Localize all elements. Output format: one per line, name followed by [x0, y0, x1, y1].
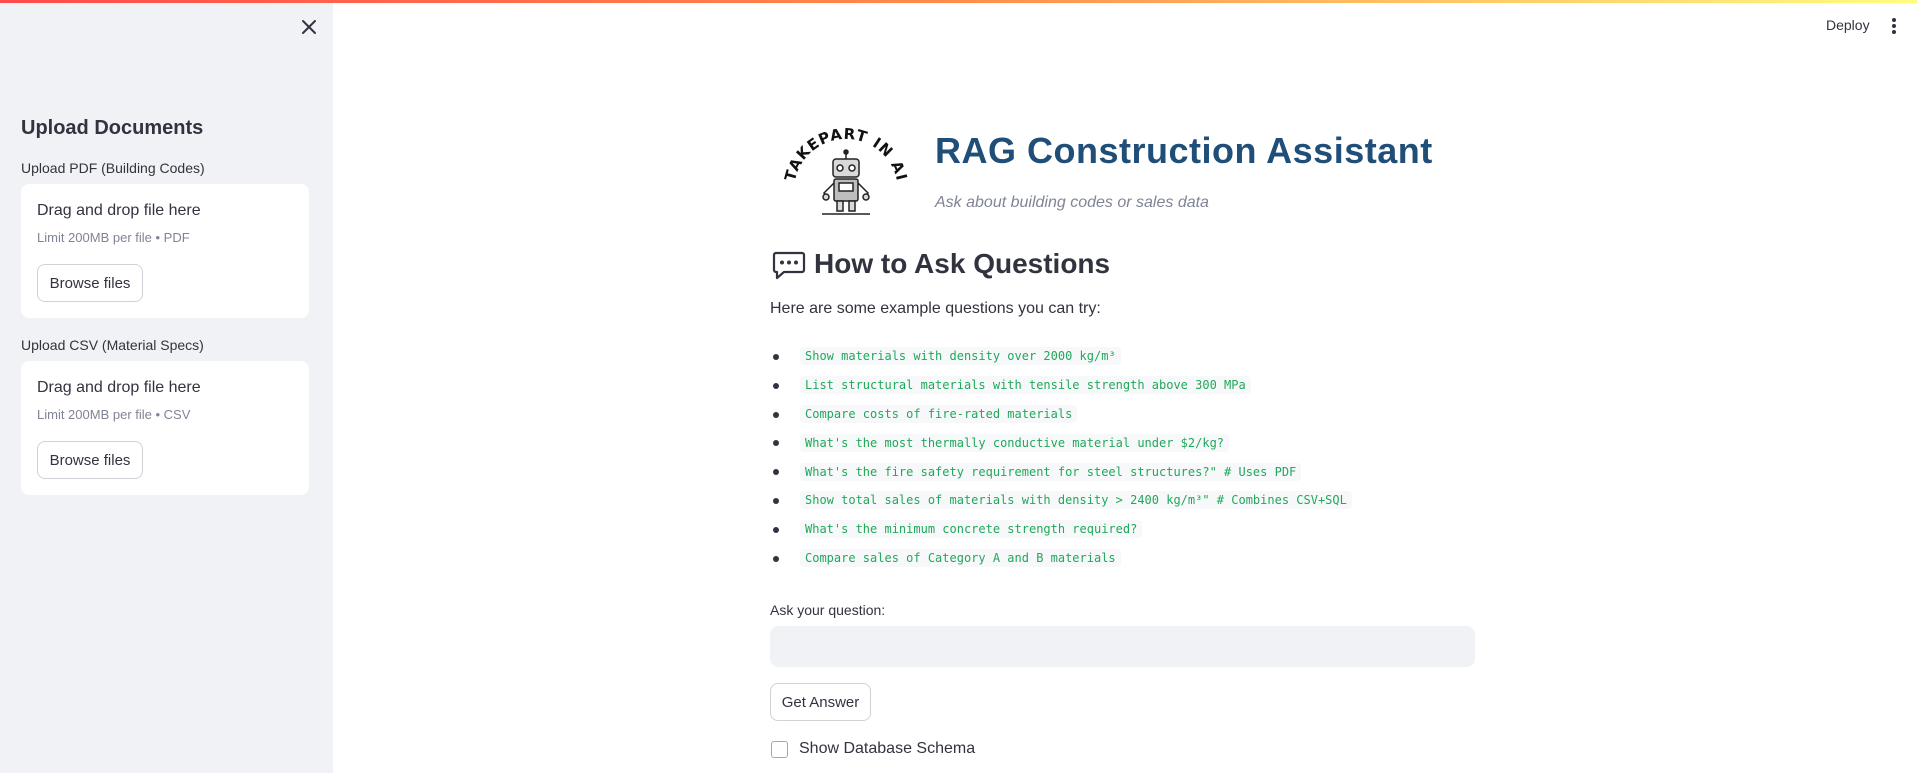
top-decoration-bar: [0, 0, 1917, 3]
app-subtitle: Ask about building codes or sales data: [935, 194, 1209, 211]
csv-uploader-label: Upload CSV (Material Specs): [21, 337, 204, 353]
pdf-browse-files-button[interactable]: Browse files: [37, 264, 143, 302]
pdf-dropzone[interactable]: Drag and drop file here Limit 200MB per …: [21, 184, 309, 318]
show-schema-toggle[interactable]: Show Database Schema: [771, 740, 975, 758]
question-label: Ask your question:: [770, 602, 886, 618]
show-schema-checkbox[interactable]: [771, 740, 788, 758]
sidebar-heading: Upload Documents: [21, 117, 204, 139]
question-input[interactable]: [770, 626, 1475, 667]
menu-dot: [1892, 18, 1896, 22]
list-item: What's the minimum concrete strength req…: [770, 515, 1352, 544]
get-answer-button[interactable]: Get Answer: [770, 683, 871, 721]
main-menu-button[interactable]: [1888, 16, 1900, 36]
example-question: Show total sales of materials with densi…: [800, 491, 1352, 510]
csv-browse-files-button[interactable]: Browse files: [37, 441, 143, 479]
list-item: What's the fire safety requirement for s…: [770, 457, 1352, 486]
sidebar: Upload Documents Upload PDF (Building Co…: [0, 0, 333, 773]
examples-intro: Here are some example questions you can …: [770, 300, 1101, 317]
example-question: Show materials with density over 2000 kg…: [800, 347, 1121, 366]
pdf-dropzone-text: Drag and drop file here: [37, 202, 201, 219]
menu-dot: [1892, 30, 1896, 34]
close-icon: [302, 20, 316, 34]
how-to-heading: How to Ask Questions: [814, 248, 1111, 279]
csv-dropzone-text: Drag and drop file here: [37, 379, 201, 396]
example-question: What's the minimum concrete strength req…: [800, 520, 1143, 539]
deploy-button[interactable]: Deploy: [1826, 17, 1870, 33]
example-question: Compare sales of Category A and B materi…: [800, 548, 1121, 567]
app-title: RAG Construction Assistant: [935, 130, 1433, 171]
list-item: What's the most thermally conductive mat…: [770, 428, 1352, 457]
list-item: Compare sales of Category A and B materi…: [770, 544, 1352, 573]
example-questions-list: Show materials with density over 2000 kg…: [770, 342, 1352, 572]
example-question: List structural materials with tensile s…: [800, 376, 1251, 395]
close-sidebar-button[interactable]: [298, 16, 320, 38]
list-item: Compare costs of fire-rated materials: [770, 400, 1352, 429]
example-question: Compare costs of fire-rated materials: [800, 404, 1078, 423]
pdf-uploader-label: Upload PDF (Building Codes): [21, 160, 205, 176]
list-item: List structural materials with tensile s…: [770, 371, 1352, 400]
speech-bubble-icon: [772, 251, 806, 280]
takepart-logo: TAKEPART IN AI: [781, 125, 910, 215]
show-schema-label: Show Database Schema: [799, 740, 976, 757]
csv-dropzone-limit: Limit 200MB per file • CSV: [37, 407, 191, 422]
list-item: Show total sales of materials with densi…: [770, 486, 1352, 515]
menu-dot: [1892, 24, 1896, 28]
example-question: What's the fire safety requirement for s…: [800, 462, 1302, 481]
pdf-dropzone-limit: Limit 200MB per file • PDF: [37, 230, 190, 245]
example-question: What's the most thermally conductive mat…: [800, 433, 1230, 452]
list-item: Show materials with density over 2000 kg…: [770, 342, 1352, 371]
csv-dropzone[interactable]: Drag and drop file here Limit 200MB per …: [21, 361, 309, 495]
